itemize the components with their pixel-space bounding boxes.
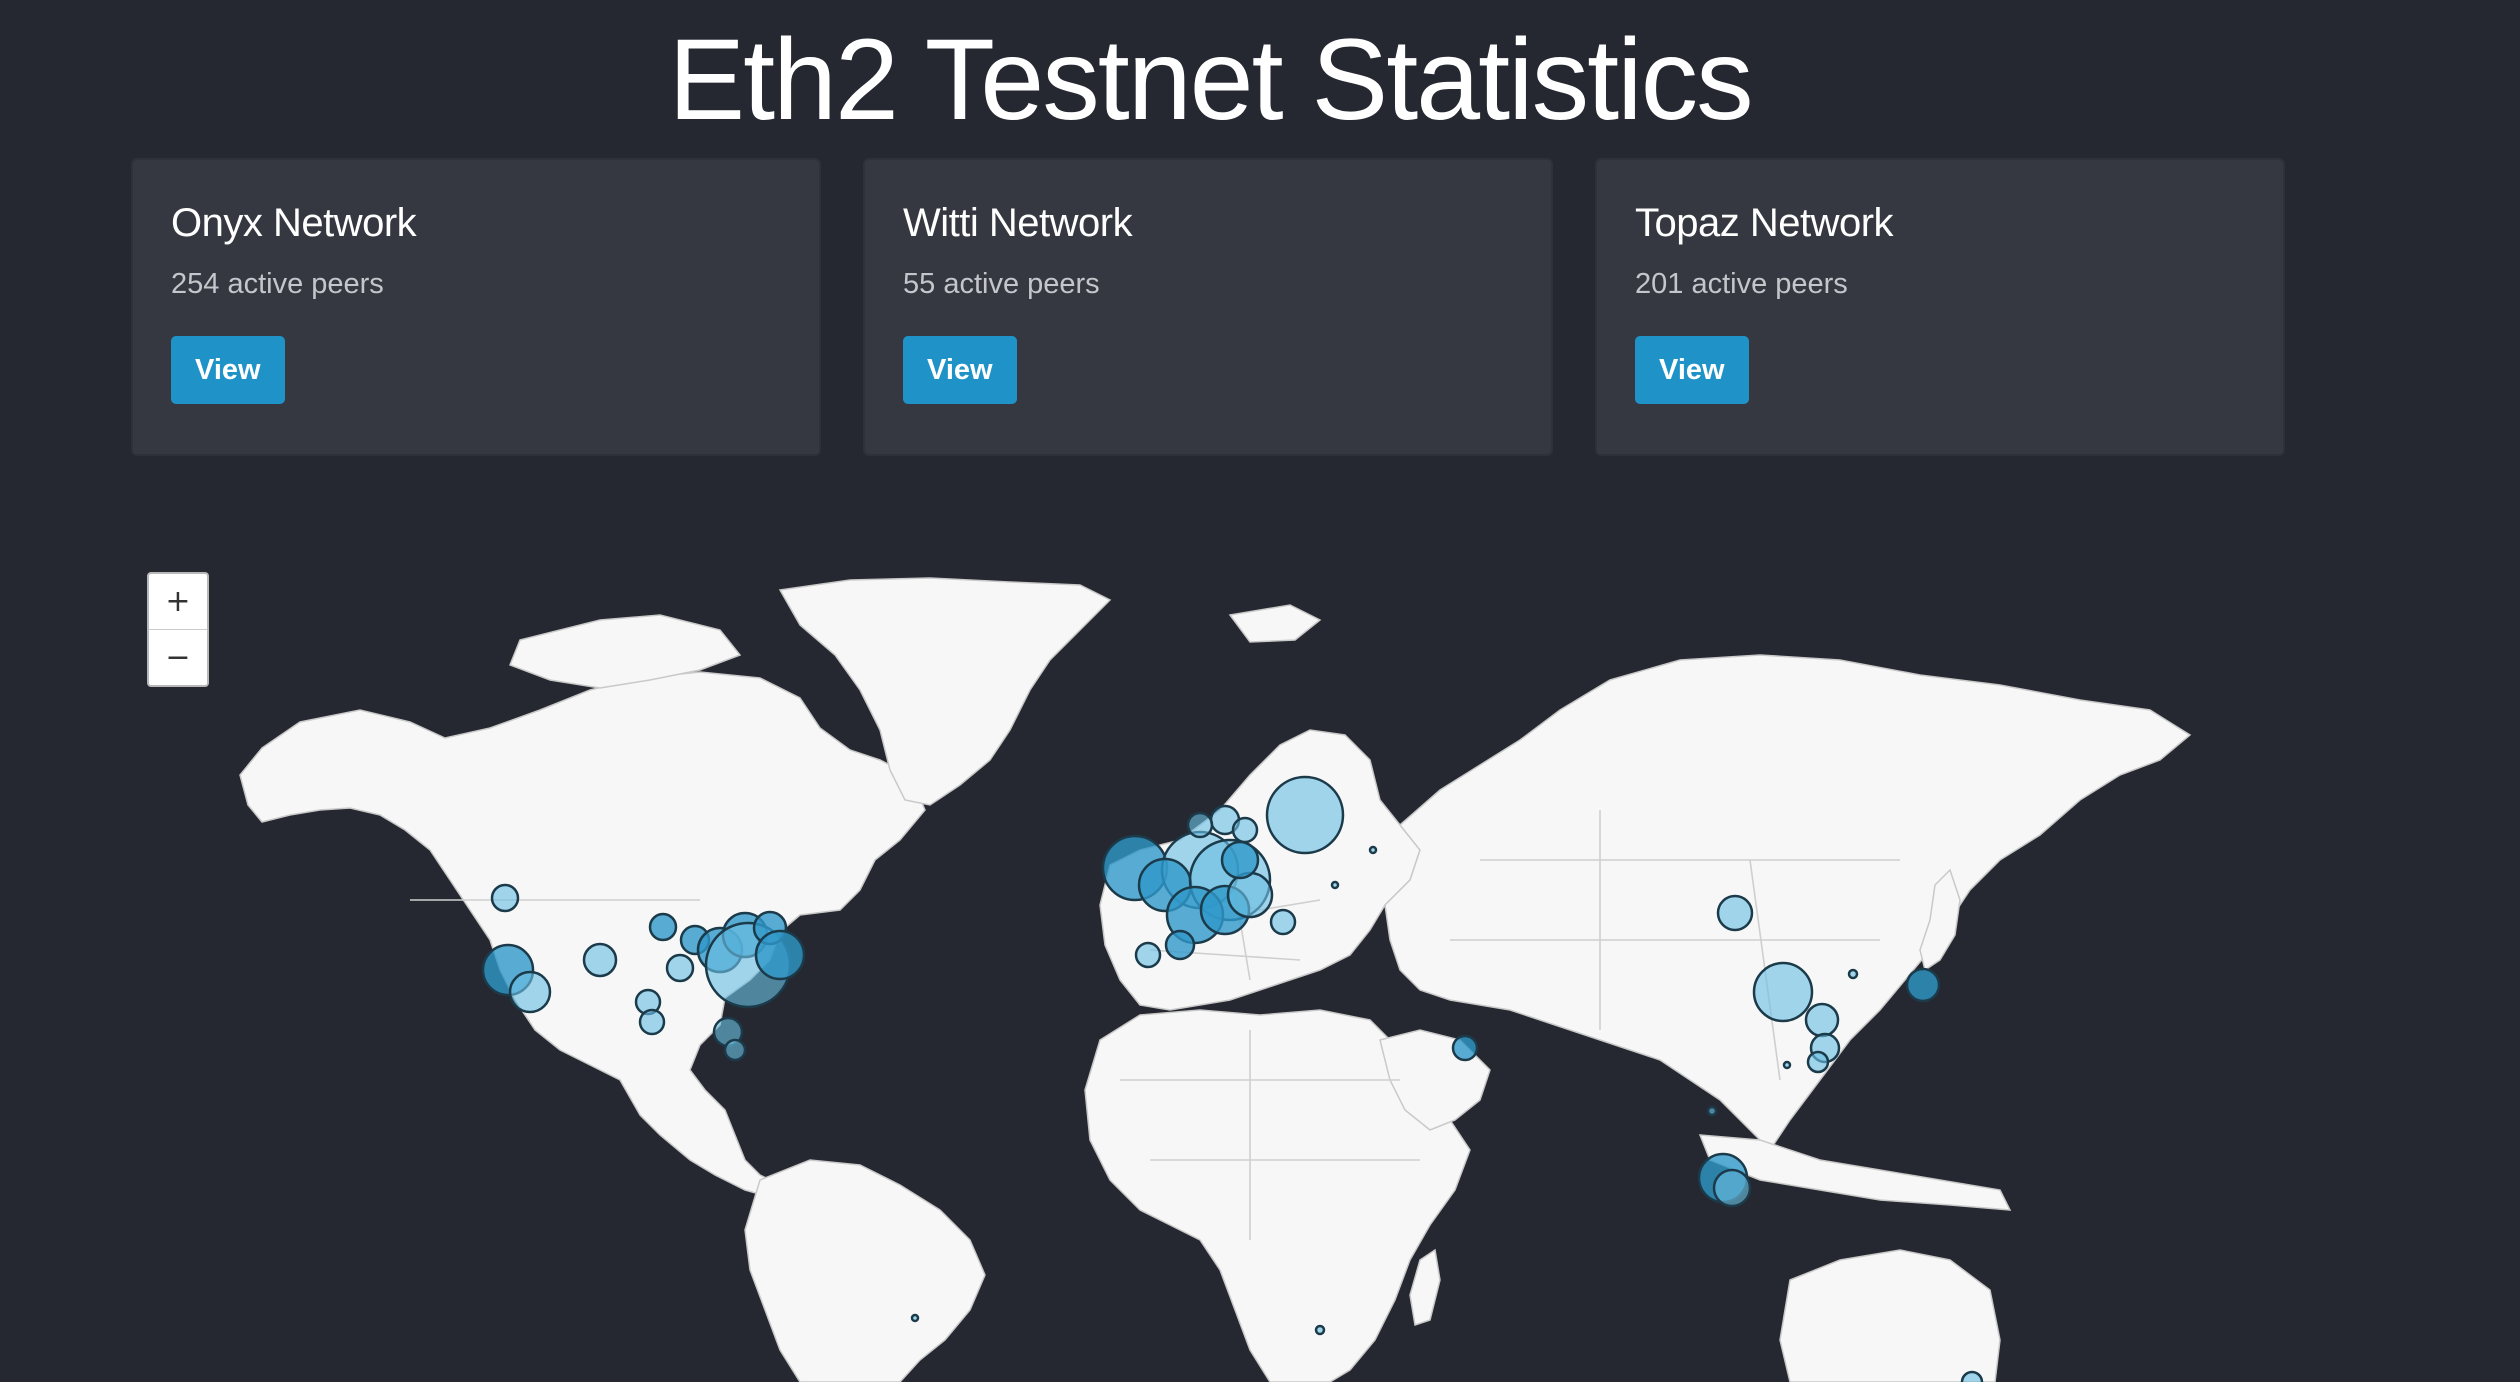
madagascar-landmass (1409, 1248, 1441, 1326)
north-america-landmass (239, 671, 926, 1201)
network-cards: Onyx Network 254 active peers View Witti… (131, 158, 2285, 456)
peer-marker[interactable] (638, 1008, 666, 1036)
asia-landmass (1384, 654, 2192, 1152)
peer-marker[interactable] (1712, 1168, 1752, 1208)
peer-marker[interactable] (1265, 775, 1345, 855)
peer-marker[interactable] (1226, 871, 1274, 919)
active-peers-count: 254 active peers (171, 268, 384, 300)
zoom-out-button[interactable]: − (149, 629, 207, 685)
page-title: Eth2 Testnet Statistics (668, 16, 1753, 144)
arctic-islands-east (1228, 604, 1322, 643)
peer-marker[interactable] (1782, 1060, 1792, 1070)
active-peers-count: 55 active peers (903, 268, 1100, 300)
peer-marker[interactable] (1960, 1370, 1984, 1382)
active-peers-count: 201 active peers (1635, 268, 1848, 300)
view-button-onyx[interactable]: View (171, 336, 285, 404)
peer-marker[interactable] (1368, 845, 1378, 855)
network-name: Topaz Network (1635, 201, 1894, 245)
peer-marker[interactable] (1220, 840, 1260, 880)
peer-marker[interactable] (648, 912, 678, 942)
peer-marker[interactable] (1806, 1050, 1830, 1074)
world-map[interactable] (0, 560, 2520, 1382)
peer-marker[interactable] (1164, 929, 1196, 961)
peer-marker[interactable] (490, 883, 520, 913)
view-button-topaz[interactable]: View (1635, 336, 1749, 404)
peer-marker[interactable] (1330, 880, 1340, 890)
zoom-in-button[interactable]: + (149, 574, 207, 629)
peer-marker[interactable] (1269, 908, 1297, 936)
network-name: Onyx Network (171, 201, 417, 245)
peer-marker[interactable] (1847, 968, 1859, 980)
network-name: Witti Network (903, 201, 1133, 245)
peer-marker[interactable] (1134, 941, 1162, 969)
network-card-onyx: Onyx Network 254 active peers View (131, 158, 821, 456)
network-card-witti: Witti Network 55 active peers View (863, 158, 1553, 456)
peer-marker[interactable] (1186, 811, 1214, 839)
peer-marker[interactable] (1804, 1002, 1840, 1038)
network-card-topaz: Topaz Network 201 active peers View (1595, 158, 2285, 456)
australia-landmass (1779, 1249, 2001, 1382)
peer-marker[interactable] (665, 953, 695, 983)
view-button-witti[interactable]: View (903, 336, 1017, 404)
peer-marker[interactable] (1314, 1324, 1326, 1336)
peer-marker[interactable] (754, 929, 806, 981)
peer-marker[interactable] (1752, 961, 1814, 1023)
peer-marker[interactable] (1716, 894, 1754, 932)
peer-marker[interactable] (1706, 1105, 1718, 1117)
map-zoom-control: + − (147, 572, 209, 687)
peer-marker[interactable] (1905, 967, 1941, 1003)
peer-marker[interactable] (910, 1313, 920, 1323)
peer-marker[interactable] (582, 942, 618, 978)
peer-marker[interactable] (723, 1038, 747, 1062)
page: Eth2 Testnet Statistics Onyx Network 254… (0, 0, 2520, 1382)
peer-marker[interactable] (1231, 816, 1259, 844)
south-america-landmass (744, 1159, 986, 1382)
peer-marker[interactable] (508, 970, 552, 1014)
peer-marker[interactable] (1451, 1034, 1479, 1062)
peer-map[interactable] (0, 560, 2520, 1382)
